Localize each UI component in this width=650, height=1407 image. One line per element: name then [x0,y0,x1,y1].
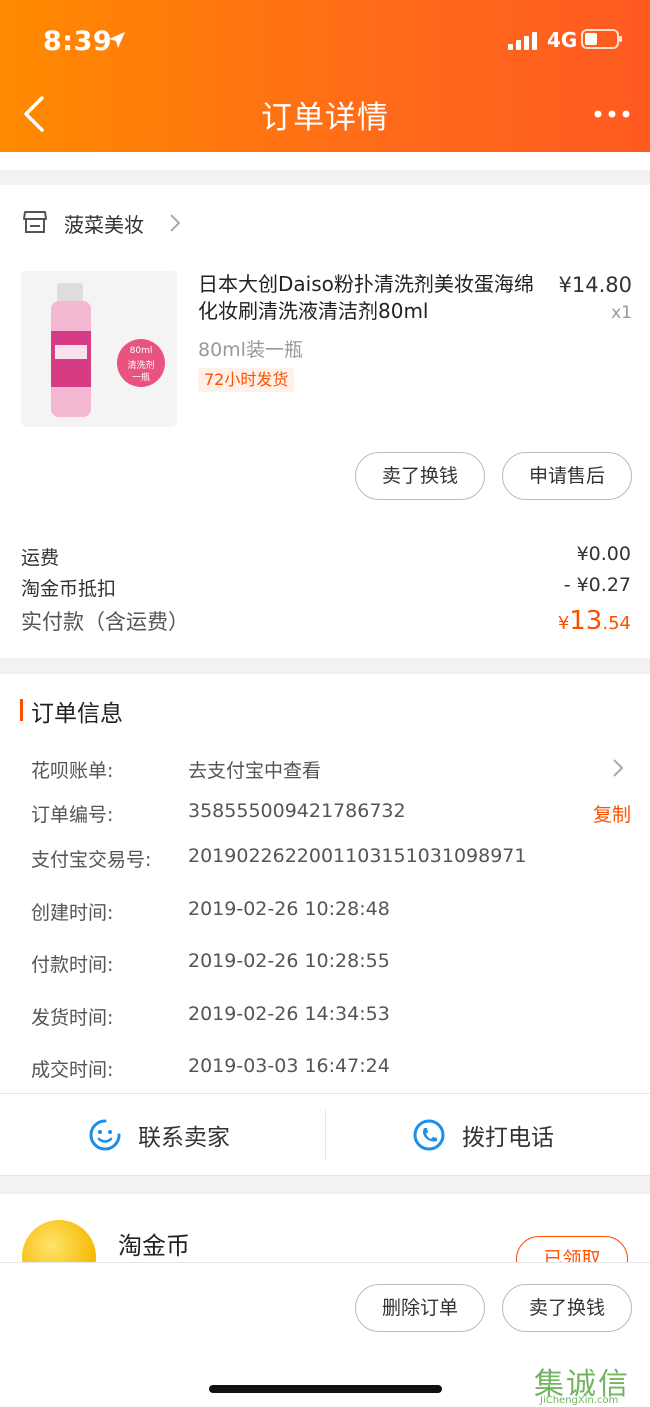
store-icon[interactable] [22,209,48,235]
shipped-time-label: 发货时间: [31,1007,114,1029]
coin-deduction-row: 淘金币抵扣 - ¥0.27 [21,574,631,601]
order-number-value: 358555009421786732 [188,800,406,822]
call-phone-label: 拨打电话 [462,1125,554,1151]
phone-icon [413,1119,445,1151]
page-title: 订单详情 [261,100,389,136]
vertical-divider [325,1110,326,1160]
order-info-card: 订单信息 花呗账单: 去支付宝中查看 订单编号: 358555009421786… [0,674,650,1176]
created-time-value: 2019-02-26 10:28:48 [188,898,390,920]
alipay-trade-label: 支付宝交易号: [31,849,152,871]
divider [0,1093,650,1094]
total-decimal: .54 [602,613,631,634]
product-price: ¥14.80 [558,273,632,297]
alipay-trade-value: 2019022622001103151031098971 [188,845,527,867]
contact-seller-button[interactable]: 联系卖家 [88,1111,230,1159]
huabei-value: 去支付宝中查看 [188,760,322,782]
watermark-url: JiChengXin.com [540,1395,619,1406]
paid-time-value: 2019-02-26 10:28:55 [188,950,390,972]
huabei-label: 花呗账单: [31,760,114,782]
coin-deduction-value: - ¥0.27 [563,574,631,596]
product-card: 菠菜美妆 80ml 清洗剂 一瓶 日本大创Daiso粉扑清洗剂美妆蛋海绵化妆刷清… [0,185,650,658]
status-time: 8:39 [43,26,113,57]
total-paid-label: 实付款（含运费） [21,610,189,634]
shop-name[interactable]: 菠菜美妆 [64,209,144,238]
contact-seller-label: 联系卖家 [138,1125,230,1151]
deal-time-label: 成交时间: [31,1059,114,1081]
delete-order-button[interactable]: 删除订单 [355,1284,485,1332]
deal-time-value: 2019-03-03 16:47:24 [188,1055,390,1077]
nav-header: 8:39 4G 订单详情 [0,0,650,152]
thumbnail-badge-line-1: 80ml [129,346,153,356]
divider [0,1175,650,1176]
top-strip [0,152,650,170]
product-quantity: x1 [611,303,632,323]
signal-icon [508,32,537,50]
chevron-right-icon [613,759,624,777]
shipping-fee-row: 运费 ¥0.00 [21,543,631,570]
chat-smile-icon [89,1119,121,1151]
product-spec: 80ml装一瓶 [198,339,303,361]
location-arrow-icon [109,32,125,48]
chevron-right-icon[interactable] [168,213,182,233]
total-integer: 13 [569,606,603,636]
sell-for-cash-button[interactable]: 卖了换钱 [355,452,485,500]
shipping-fee-label: 运费 [21,547,60,569]
watermark: 集诚信 JiChengXin.com [534,1359,650,1407]
after-sale-button[interactable]: 申请售后 [502,452,632,500]
home-indicator[interactable] [209,1385,442,1393]
copy-button[interactable]: 复制 [593,800,631,827]
total-paid-row: 实付款（含运费） ¥13.54 [21,606,631,636]
more-dots-icon[interactable] [592,104,632,124]
product-name[interactable]: 日本大创Daiso粉扑清洗剂美妆蛋海绵化妆刷清洗液清洁剂80ml [198,271,538,325]
shipping-tag: 72小时发货 [198,368,295,392]
coin-deduction-label: 淘金币抵扣 [21,578,117,600]
shipping-fee-value: ¥0.00 [576,543,631,565]
order-number-label: 订单编号: [31,804,114,826]
section-accent-bar [20,699,23,721]
paid-time-label: 付款时间: [31,954,114,976]
created-time-label: 创建时间: [31,902,114,924]
sell-for-cash-button-bottom[interactable]: 卖了换钱 [502,1284,632,1332]
total-currency: ¥ [557,613,570,634]
total-paid-value: ¥13.54 [558,606,631,636]
call-phone-button[interactable]: 拨打电话 [412,1111,554,1159]
product-thumbnail[interactable]: 80ml 清洗剂 一瓶 [21,271,177,427]
order-info-title: 订单信息 [31,701,123,727]
bottom-action-bar: 删除订单 卖了换钱 集诚信 JiChengXin.com [0,1262,650,1407]
taojinbi-title: 淘金币 [118,1232,190,1260]
shipped-time-value: 2019-02-26 14:34:53 [188,1003,390,1025]
network-type: 4G [547,28,578,52]
battery-icon [581,29,622,49]
thumbnail-badge-line-3: 一瓶 [131,373,150,383]
